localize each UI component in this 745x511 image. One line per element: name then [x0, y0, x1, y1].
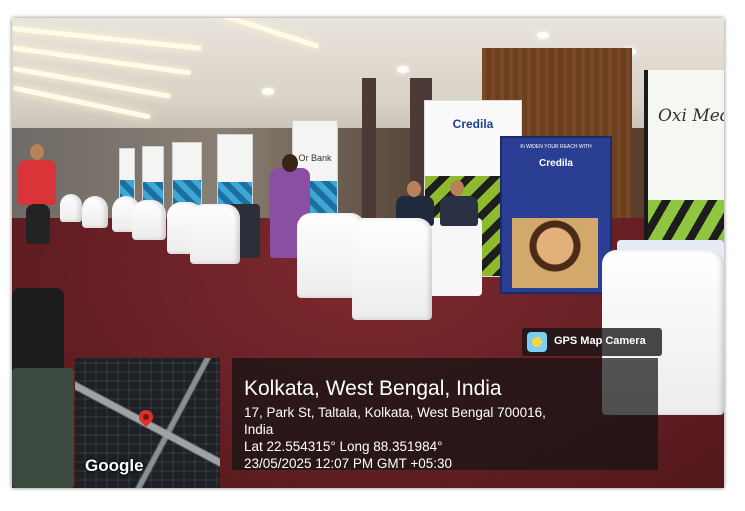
- banner: [119, 148, 135, 202]
- foreground-person: [12, 368, 74, 488]
- chair: [60, 194, 82, 222]
- timestamp: 23/05/2025 12:07 PM GMT +05:30: [244, 456, 453, 471]
- person-head: [282, 154, 298, 172]
- gps-map-camera-icon: [527, 332, 547, 352]
- person-head: [30, 144, 44, 160]
- location-title: Kolkata, West Bengal, India: [244, 377, 502, 400]
- ceiling-light: [12, 26, 202, 51]
- downlight: [537, 32, 549, 39]
- banner-portrait: [512, 218, 598, 288]
- coordinates: Lat 22.554315° Long 88.351984°: [244, 439, 443, 454]
- google-logo: Google: [85, 456, 144, 475]
- gps-map-camera-badge: GPS Map Camera: [522, 328, 662, 356]
- map-thumbnail[interactable]: Google: [75, 358, 220, 488]
- banner: [142, 146, 164, 206]
- person-seated: [440, 196, 478, 226]
- person-red-shirt: [18, 160, 56, 205]
- chair: [190, 204, 240, 264]
- credila-blue-banner: Ki WIDEN YOUR REACH WITH Credila: [500, 136, 612, 294]
- person-head: [450, 180, 464, 196]
- downlight: [262, 88, 274, 95]
- gps-badge-label: GPS Map Camera: [554, 335, 646, 347]
- chair: [82, 196, 108, 228]
- map-pin-icon: [136, 407, 156, 427]
- credila-logo: Credila: [452, 117, 494, 131]
- banner: [217, 134, 253, 214]
- person-legs: [26, 204, 50, 244]
- address-line-2: India: [244, 422, 274, 437]
- address-line-1: 17, Park St, Taltala, Kolkata, West Beng…: [244, 405, 546, 420]
- blue-banner-tagline: Ki WIDEN YOUR REACH WITH: [520, 144, 592, 150]
- ceiling-light: [194, 18, 320, 49]
- chair: [132, 200, 166, 240]
- person-head: [407, 181, 421, 197]
- downlight: [397, 66, 409, 73]
- banner: [172, 142, 202, 206]
- blue-banner-logo: Credila: [539, 158, 573, 169]
- banner-text: Or Bank: [298, 153, 332, 163]
- chair: [352, 218, 432, 320]
- right-banner-text: Oxi Med: [658, 106, 724, 126]
